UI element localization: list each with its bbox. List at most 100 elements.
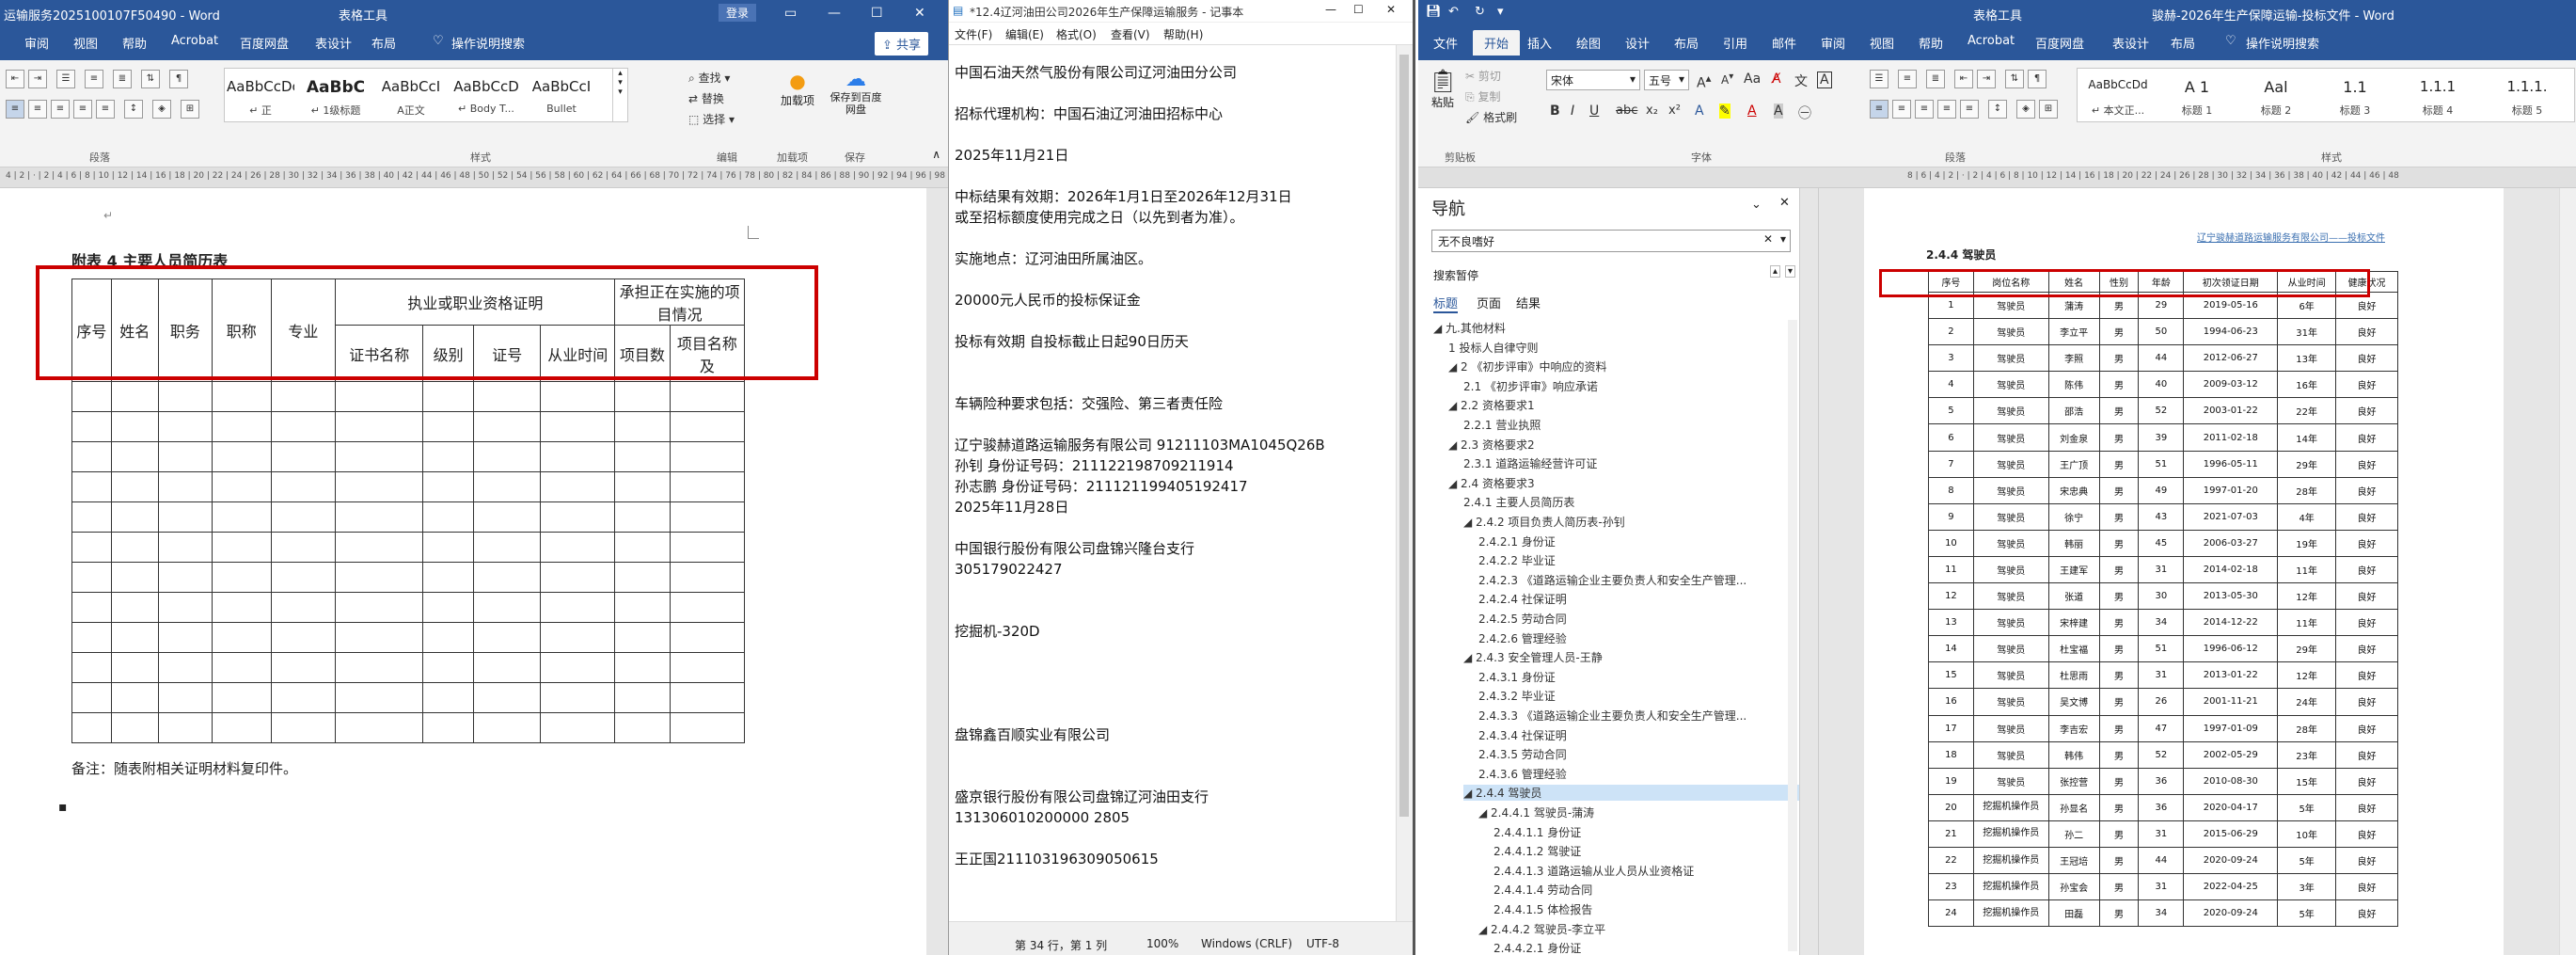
table-cell[interactable] (212, 652, 272, 683)
char-border-icon[interactable]: A (1817, 72, 1832, 88)
table-cell[interactable]: 良好 (2335, 661, 2398, 690)
table-cell[interactable] (335, 441, 424, 472)
table-cell[interactable]: 2012-06-27 (2183, 344, 2279, 373)
format-painter-button[interactable]: 🖌︎ 格式刷 (1465, 109, 1517, 125)
clear-search-icon[interactable]: ✕ (1763, 232, 1773, 246)
table-cell[interactable] (614, 712, 671, 743)
tab-mailings[interactable]: 邮件 (1772, 34, 1796, 52)
minimize-icon[interactable]: — (828, 6, 841, 21)
tab-view[interactable]: 视图 (73, 34, 98, 52)
table-cell[interactable] (540, 592, 616, 623)
table-cell[interactable] (614, 682, 671, 713)
table-cell[interactable]: 男 (2098, 450, 2140, 478)
table-cell[interactable] (212, 622, 272, 653)
table-cell[interactable]: 10年 (2277, 820, 2337, 848)
table-cell[interactable]: 11年 (2277, 609, 2337, 637)
multilevel-list-icon[interactable]: ≣ (1926, 70, 1945, 88)
table-cell[interactable]: 3年 (2277, 873, 2337, 901)
table-cell[interactable] (157, 532, 213, 563)
table-cell[interactable]: 男 (2098, 318, 2140, 346)
bullets-icon[interactable]: ☰ (1870, 70, 1889, 88)
table-cell[interactable]: 3 (1928, 344, 1974, 373)
table-cell[interactable]: 挖掘机操作员 (1972, 793, 2049, 821)
bullets-icon[interactable]: ☰ (56, 70, 75, 88)
table-cell[interactable]: 刘金泉 (2047, 423, 2100, 452)
tab-review[interactable]: 审阅 (24, 34, 49, 52)
table-cell[interactable] (473, 381, 542, 412)
table-cell[interactable]: 男 (2098, 793, 2140, 821)
vertical-scrollbar[interactable] (1396, 45, 1413, 921)
table-cell[interactable] (270, 441, 337, 472)
nav-heading-item[interactable]: 2.4.4.1.2 驾驶证 (1493, 843, 1581, 859)
table-cell[interactable] (71, 501, 112, 533)
table-cell[interactable]: 29年 (2277, 635, 2337, 663)
table-cell[interactable]: 良好 (2335, 502, 2398, 531)
table-cell[interactable]: 良好 (2335, 767, 2398, 795)
table-cell[interactable] (540, 441, 616, 472)
sort-icon[interactable]: ⇅ (141, 70, 160, 88)
table-cell[interactable] (71, 592, 112, 623)
table-cell[interactable] (157, 411, 213, 442)
table-cell[interactable] (540, 411, 616, 442)
table-cell[interactable]: 良好 (2335, 635, 2398, 663)
table-cell[interactable] (212, 712, 272, 743)
nav-heading-item[interactable]: 2.4.3.1 身份证 (1478, 669, 1556, 685)
table-cell[interactable]: 驾驶员 (1972, 344, 2049, 373)
table-cell[interactable]: 11年 (2277, 555, 2337, 584)
table-cell[interactable] (540, 471, 616, 502)
table-cell[interactable] (110, 592, 159, 623)
next-result-icon[interactable]: ▾ (1785, 265, 1796, 278)
table-cell[interactable] (422, 592, 475, 623)
table-cell[interactable]: 驾驶员 (1972, 318, 2049, 346)
table-cell[interactable]: 5年 (2277, 846, 2337, 875)
table-cell[interactable]: 12年 (2277, 661, 2337, 690)
nav-heading-item[interactable]: 2.4.2.2 毕业证 (1478, 552, 1556, 568)
nav-heading-item[interactable]: 2.4.2.6 管理经验 (1478, 630, 1567, 646)
table-cell[interactable]: 驾驶员 (1972, 688, 2049, 716)
table-cell[interactable]: 良好 (2335, 582, 2398, 611)
menu-view[interactable]: 查看(V) (1111, 26, 1150, 42)
table-cell[interactable] (110, 532, 159, 563)
nav-heading-item[interactable]: ◢ 2.4 资格要求3 (1448, 475, 1535, 491)
table-cell[interactable] (540, 682, 616, 713)
table-cell[interactable] (335, 411, 424, 442)
menu-format[interactable]: 格式(O) (1056, 26, 1097, 42)
table-cell[interactable] (422, 712, 475, 743)
table-cell[interactable] (110, 501, 159, 533)
tab-file[interactable]: 文件 (1433, 34, 1458, 52)
table-cell[interactable] (157, 441, 213, 472)
table-cell[interactable]: 良好 (2335, 740, 2398, 769)
table-cell[interactable]: 12年 (2277, 582, 2337, 611)
table-cell[interactable] (157, 562, 213, 593)
table-cell[interactable]: 39 (2138, 423, 2185, 452)
nav-heading-item[interactable]: 2.4.3.5 劳动合同 (1478, 746, 1567, 762)
table-cell[interactable] (669, 411, 746, 442)
table-cell[interactable] (110, 622, 159, 653)
table-cell[interactable] (71, 712, 112, 743)
borders-icon[interactable]: ⊞ (181, 100, 199, 119)
table-cell[interactable]: 陈伟 (2047, 371, 2100, 399)
table-cell[interactable]: 1996-06-12 (2183, 635, 2279, 663)
tab-baidu[interactable]: 百度网盘 (240, 34, 289, 52)
style-item[interactable]: AaBbC ↵ 1级标题 (302, 78, 370, 118)
nav-heading-item[interactable]: ◢ 2.3 资格要求2 (1448, 437, 1535, 453)
font-size-select[interactable]: 五号 ▾ (1644, 70, 1689, 90)
style-item[interactable]: AaBbCcDd ↵ 本文正... (2079, 78, 2157, 118)
table-cell[interactable]: 1994-06-23 (2183, 318, 2279, 346)
text-effects-icon[interactable]: A (1695, 103, 1704, 119)
table-cell[interactable] (669, 441, 746, 472)
table-cell[interactable] (422, 652, 475, 683)
table-cell[interactable]: 50 (2138, 318, 2185, 346)
save-baidu-button[interactable]: ☁ 保存到百度网盘 (828, 68, 884, 116)
table-cell[interactable] (473, 652, 542, 683)
table-cell[interactable] (422, 381, 475, 412)
style-item[interactable]: 1.1.1 标题 4 (2395, 78, 2480, 118)
table-cell[interactable]: 良好 (2335, 820, 2398, 848)
show-marks-icon[interactable]: ¶ (169, 70, 188, 88)
table-cell[interactable]: 5年 (2277, 899, 2337, 928)
scroll-thumb[interactable] (1399, 55, 1409, 817)
table-cell[interactable] (422, 411, 475, 442)
tab-baidu[interactable]: 百度网盘 (2035, 34, 2084, 52)
table-cell[interactable] (335, 682, 424, 713)
table-cell[interactable]: 杜宝福 (2047, 635, 2100, 663)
